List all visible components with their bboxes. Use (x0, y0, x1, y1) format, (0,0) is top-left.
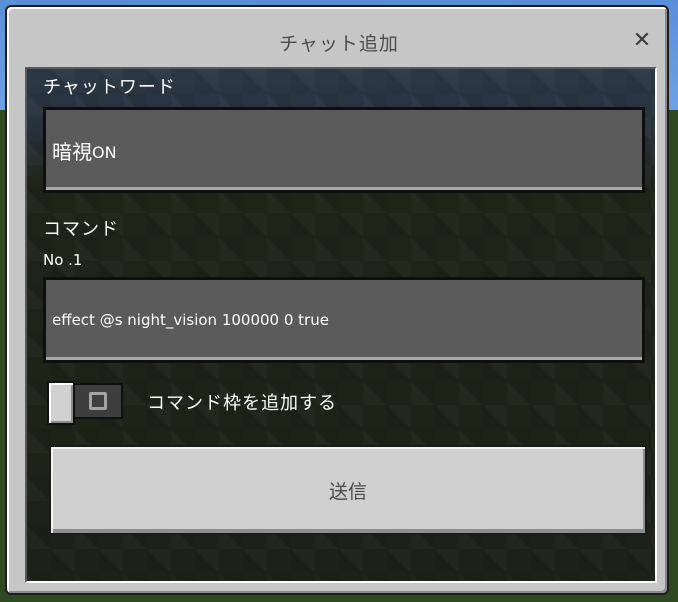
dialog-content: チャットワード 暗視 ON コマンド No .1 effect @s night_… (25, 67, 657, 583)
chat-add-dialog: チャット追加 ✕ チャットワード 暗視 ON コマンド No .1 effect … (5, 5, 669, 595)
dialog-title: チャット追加 (279, 33, 399, 55)
add-frame-toggle[interactable] (47, 381, 123, 425)
toggle-off-icon (89, 392, 107, 410)
send-button-label: 送信 (328, 480, 367, 503)
command-label: コマンド (43, 219, 119, 240)
add-frame-label: コマンド枠を追加する (147, 393, 337, 414)
send-button[interactable]: 送信 (49, 445, 647, 535)
toggle-knob (47, 381, 75, 425)
command-input[interactable]: effect @s night_vision 100000 0 true (43, 277, 645, 363)
chat-word-value-suffix: ON (92, 142, 117, 162)
close-icon[interactable]: ✕ (629, 27, 655, 53)
chat-word-label: チャットワード (43, 77, 176, 98)
command-number: No .1 (43, 251, 83, 269)
chat-word-input[interactable]: 暗視 ON (43, 107, 645, 193)
chat-word-value-kanji: 暗視 (52, 139, 92, 164)
